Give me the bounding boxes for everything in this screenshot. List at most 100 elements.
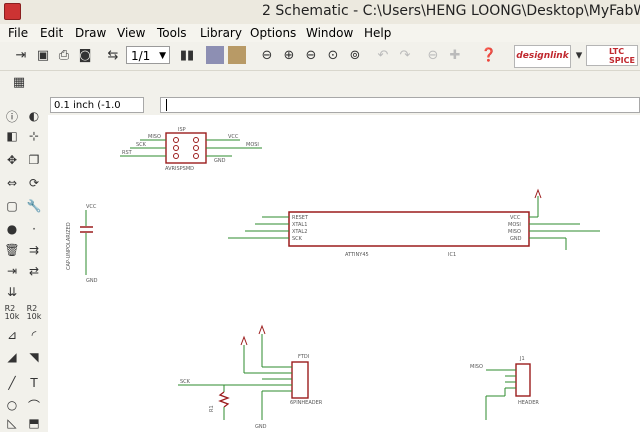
mcu-value: ATTINY45 bbox=[345, 252, 369, 258]
board-switch-icon[interactable]: ▮▮ bbox=[178, 46, 196, 64]
isp-pin-sck: SCK bbox=[136, 142, 147, 148]
delete-icon[interactable]: 🗑 bbox=[4, 242, 20, 258]
menu-help[interactable]: Help bbox=[364, 26, 391, 40]
isp-pin-vcc: VCC bbox=[228, 134, 239, 140]
print-icon[interactable]: ⎙ bbox=[55, 46, 73, 64]
schematic-canvas[interactable]: ISP AVRISPSMD MISO SCK RST VCC MOSI GND … bbox=[48, 115, 640, 432]
wire-icon[interactable]: ╱ bbox=[4, 375, 20, 391]
ltspice-button[interactable]: LTC SPICE bbox=[586, 45, 638, 66]
rect-icon[interactable]: ◺ bbox=[4, 415, 20, 431]
rotate-icon[interactable]: ⟳ bbox=[26, 175, 42, 191]
zoom-last-icon[interactable]: ⊚ bbox=[346, 46, 364, 64]
menu-draw[interactable]: Draw bbox=[75, 26, 106, 40]
change-icon[interactable]: 🔧 bbox=[26, 198, 42, 214]
right-header-net: MISO bbox=[470, 364, 483, 370]
gateswap-icon[interactable]: ⇊ bbox=[4, 284, 20, 300]
zoom-fit-icon[interactable]: ⊖ bbox=[258, 46, 276, 64]
save-icon[interactable]: ▣ bbox=[34, 46, 52, 64]
ftdi-header-symbol[interactable]: FTDI 6PINHEADER SCK GND bbox=[178, 324, 323, 430]
undo-icon[interactable]: ↶ bbox=[374, 46, 392, 64]
redo-icon[interactable]: ↷ bbox=[396, 46, 414, 64]
text-caret bbox=[166, 99, 167, 111]
chevron-down-icon: ▼ bbox=[159, 51, 166, 61]
cap-net-gnd: GND bbox=[86, 278, 98, 284]
mcu-name: IC1 bbox=[448, 252, 456, 258]
help-icon[interactable]: ❓ bbox=[480, 46, 498, 64]
ftdi-value: 6PINHEADER bbox=[290, 400, 323, 406]
use-library-icon[interactable] bbox=[206, 46, 224, 64]
text-icon[interactable]: T bbox=[26, 375, 42, 391]
paste-icon[interactable]: ● bbox=[4, 221, 20, 237]
zoom-in-icon[interactable]: ⊕ bbox=[280, 46, 298, 64]
value-icon[interactable]: R2 10k bbox=[26, 305, 42, 321]
grid-icon[interactable]: ▦ bbox=[10, 73, 28, 91]
right-header-value: HEADER bbox=[518, 400, 539, 406]
open-icon[interactable]: ⇥ bbox=[12, 46, 30, 64]
title-bar: 2 Schematic - C:\Users\HENG LOONG\Deskto… bbox=[0, 0, 640, 25]
stop-icon[interactable]: ⊖ bbox=[424, 46, 442, 64]
go-icon[interactable]: ✚ bbox=[446, 46, 464, 64]
menu-options[interactable]: Options bbox=[250, 26, 296, 40]
menu-window[interactable]: Window bbox=[306, 26, 353, 40]
isp-pin-rst: RST bbox=[122, 150, 133, 156]
mcu-pin-reset: RESET bbox=[292, 215, 309, 221]
design-link-button[interactable]: designlink bbox=[514, 45, 571, 68]
ltspice-label-line2: SPICE bbox=[609, 56, 635, 65]
menu-library[interactable]: Library bbox=[200, 26, 242, 40]
mcu-pin-sck: SCK bbox=[292, 236, 303, 242]
mcu-symbol[interactable]: RESET XTAL1 XTAL2 SCK VCC MOSI MISO GND … bbox=[228, 188, 600, 258]
ftdi-name: FTDI bbox=[298, 354, 309, 360]
parameter-toolbar: ▦ bbox=[0, 71, 640, 96]
menu-view[interactable]: View bbox=[117, 26, 145, 40]
resistor-symbol[interactable]: R1 bbox=[209, 385, 230, 420]
isp-name: ISP bbox=[178, 127, 186, 133]
name-icon[interactable]: R2 10k bbox=[4, 305, 20, 321]
isp-value: AVRISPSMD bbox=[165, 166, 194, 172]
add-part-icon[interactable]: ⇉ bbox=[26, 242, 42, 258]
info-icon[interactable]: ⓘ bbox=[4, 108, 20, 124]
isp-pin-mosi: MOSI bbox=[246, 142, 259, 148]
replace-icon[interactable]: ⇄ bbox=[26, 263, 42, 279]
polygon-icon[interactable]: ⬒ bbox=[26, 415, 42, 431]
mark-icon[interactable]: ⊹ bbox=[26, 128, 42, 144]
menu-tools[interactable]: Tools bbox=[157, 26, 187, 40]
isp-header-symbol[interactable]: ISP AVRISPSMD MISO SCK RST VCC MOSI GND bbox=[120, 127, 262, 172]
menu-edit[interactable]: Edit bbox=[40, 26, 63, 40]
menu-file[interactable]: File bbox=[8, 26, 28, 40]
zoom-level-value: 1/1 bbox=[131, 49, 151, 63]
eagle-app-icon[interactable] bbox=[4, 3, 21, 20]
zoom-select-icon[interactable]: ⊙ bbox=[324, 46, 342, 64]
invoke-icon[interactable]: ◥ bbox=[26, 349, 42, 365]
script-icon[interactable]: ⇆ bbox=[104, 46, 122, 64]
pinswap-icon[interactable]: ⇥ bbox=[4, 263, 20, 279]
miter-icon[interactable]: ◜ bbox=[26, 327, 42, 343]
design-link-label: designlink bbox=[516, 51, 569, 61]
ftdi-net-sck: SCK bbox=[180, 379, 191, 385]
mcu-pin-mosi: MOSI bbox=[508, 222, 521, 228]
cap-net-vcc: VCC bbox=[86, 204, 97, 210]
display-layers-icon[interactable]: ◧ bbox=[4, 128, 20, 144]
move-icon[interactable]: ✥ bbox=[4, 152, 20, 168]
mirror-icon[interactable]: ⇔ bbox=[4, 175, 20, 191]
capacitor-symbol[interactable]: VCC GND CAP-UNPOLARIZED bbox=[66, 204, 98, 284]
arc-icon[interactable]: ⌒ bbox=[26, 397, 42, 413]
mcu-pin-miso: MISO bbox=[508, 229, 521, 235]
mcu-pin-xtal2: XTAL2 bbox=[292, 229, 307, 235]
circle-icon[interactable]: ○ bbox=[4, 397, 20, 413]
split-icon[interactable]: ◢ bbox=[4, 349, 20, 365]
resistor-name: R1 bbox=[209, 405, 215, 412]
zoom-level-select[interactable]: 1/1 ▼ bbox=[126, 46, 170, 64]
zoom-out-icon[interactable]: ⊖ bbox=[302, 46, 320, 64]
command-input[interactable] bbox=[160, 97, 640, 113]
cut-icon[interactable]: · bbox=[26, 221, 42, 237]
smash-icon[interactable]: ⊿ bbox=[4, 327, 20, 343]
group-icon[interactable]: ▢ bbox=[4, 198, 20, 214]
menu-bar: File Edit Draw View Tools Library Option… bbox=[0, 24, 640, 42]
show-icon[interactable]: ◐ bbox=[26, 108, 42, 124]
cam-processor-icon[interactable]: ◙ bbox=[76, 46, 94, 64]
right-header-name: J1 bbox=[519, 356, 525, 362]
run-ulp-icon[interactable] bbox=[228, 46, 246, 64]
copy-icon[interactable]: ❐ bbox=[26, 152, 42, 168]
right-header-symbol[interactable]: MISO J1 HEADER bbox=[470, 356, 539, 420]
ltspice-label-line1: LTC bbox=[609, 47, 625, 56]
